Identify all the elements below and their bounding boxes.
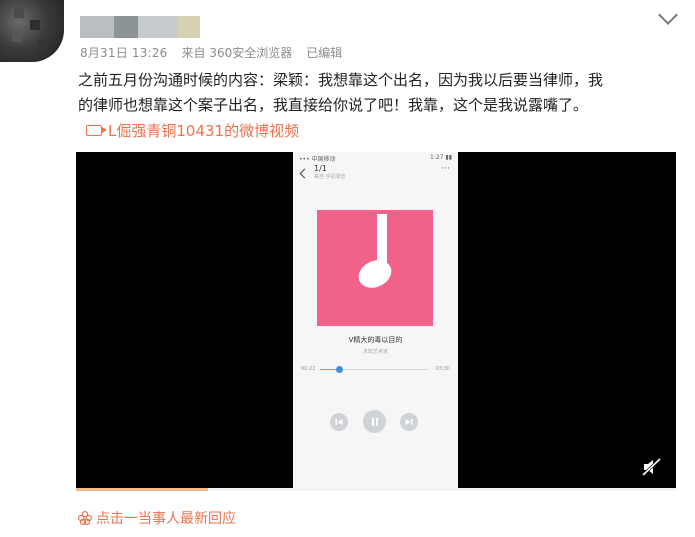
back-arrow-icon xyxy=(299,168,310,179)
post-source: 来自 360安全浏览器 xyxy=(181,46,293,60)
post-content-line: 之前五月份沟通时候的内容：梁颖：我想靠这个出名，因为我以后要当律师，我 xyxy=(78,71,604,89)
phone-subtitle: 来自 手机录音 xyxy=(314,174,346,180)
post-content: 之前五月份沟通时候的内容：梁颖：我想靠这个出名，因为我以后要当律师，我 的律师也… xyxy=(78,68,678,118)
phone-title: 1/1 xyxy=(314,164,327,173)
music-note-icon xyxy=(358,214,392,288)
video-link-label: L倔强青铜10431的微博视频 xyxy=(108,122,300,140)
phone-screen: ••• 中国移动 1:27 ▮▮ 1/1 来自 手机录音 ··· V精大的毒以目… xyxy=(293,152,458,490)
video-link[interactable]: L倔强青铜10431的微博视频 xyxy=(86,120,299,141)
video-progress-fill xyxy=(76,488,208,491)
post-edited-badge[interactable]: 已编辑 xyxy=(306,44,342,61)
song-title: V精大的毒以目的 xyxy=(348,336,403,344)
post-content-line: 的律师也想靠这个案子出名，我直接给你说了吧！我靠，这个是我说露嘴了。 xyxy=(78,96,589,114)
video-camera-icon xyxy=(86,125,107,136)
song-artist: 未知艺术家 xyxy=(362,349,388,355)
more-icon: ··· xyxy=(441,164,450,174)
status-left: ••• 中国移动 xyxy=(299,156,336,163)
next-icon xyxy=(400,413,418,431)
time-total: 03:30 xyxy=(435,366,450,372)
prev-icon xyxy=(330,413,348,431)
latest-response-link[interactable]: 点击一当事人最新回应 xyxy=(78,508,236,528)
mute-icon[interactable] xyxy=(641,457,662,477)
flower-icon xyxy=(78,511,92,525)
album-cover xyxy=(317,210,433,326)
username-blurred[interactable] xyxy=(80,16,220,38)
phone-header: 1/1 来自 手机录音 ··· xyxy=(293,164,458,186)
post-meta: 8月31日 13:26 来自 360安全浏览器 已编辑 xyxy=(80,44,342,61)
status-right: 1:27 ▮▮ xyxy=(430,154,452,161)
video-player[interactable]: ••• 中国移动 1:27 ▮▮ 1/1 来自 手机录音 ··· V精大的毒以目… xyxy=(76,152,676,490)
latest-response-label: 点击一当事人最新回应 xyxy=(96,511,236,527)
video-progress-bar[interactable] xyxy=(76,488,676,491)
time-elapsed: 00:22 xyxy=(301,366,316,372)
seek-knob xyxy=(335,366,343,373)
avatar[interactable] xyxy=(0,0,64,62)
post-time[interactable]: 8月31日 13:26 xyxy=(80,44,168,61)
chevron-down-icon[interactable] xyxy=(658,5,678,25)
pause-icon xyxy=(363,410,386,433)
phone-status-bar: ••• 中国移动 1:27 ▮▮ xyxy=(293,152,458,163)
